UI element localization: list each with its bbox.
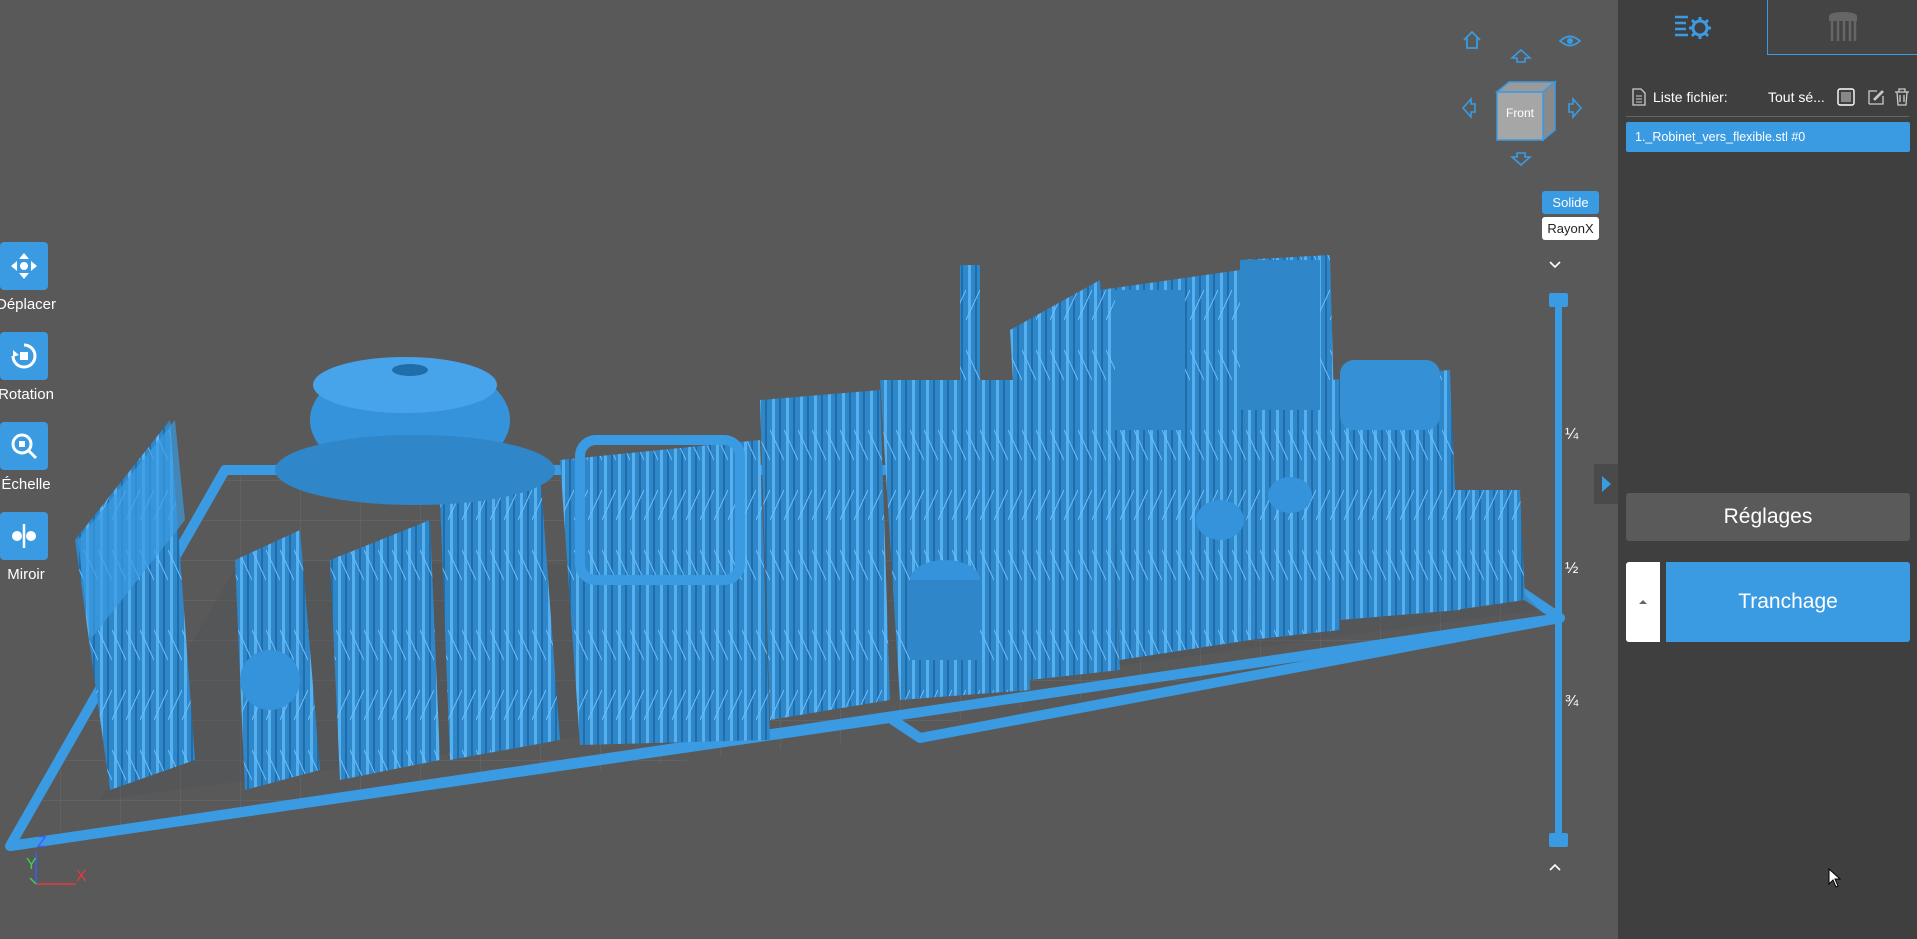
axis-y-label: Y bbox=[26, 856, 37, 873]
scale-tool[interactable]: Échelle bbox=[0, 422, 58, 493]
file-list-header: Liste fichier: Tout sé... bbox=[1632, 88, 1910, 108]
chevron-up-icon[interactable] bbox=[1547, 860, 1563, 878]
edit-icon[interactable] bbox=[1867, 88, 1885, 106]
mirror-icon[interactable] bbox=[0, 512, 48, 560]
solid-mode-button[interactable]: Solide bbox=[1542, 191, 1599, 214]
rotate-right-icon[interactable] bbox=[1567, 97, 1583, 119]
select-all-label[interactable]: Tout sé... bbox=[1768, 89, 1825, 105]
rotate-tool[interactable]: Rotation bbox=[0, 332, 58, 403]
tab-print-settings[interactable] bbox=[1618, 0, 1766, 54]
divider bbox=[1626, 116, 1909, 117]
supports-icon bbox=[1829, 12, 1857, 41]
move-icon[interactable] bbox=[0, 242, 48, 290]
mirror-tool[interactable]: Miroir bbox=[0, 512, 58, 583]
view-cube[interactable]: Front bbox=[1493, 80, 1557, 142]
view-cube-face-label: Front bbox=[1505, 106, 1534, 120]
home-view-icon[interactable] bbox=[1461, 29, 1483, 51]
caret-right-icon bbox=[1602, 476, 1611, 492]
slice-options-expand[interactable] bbox=[1626, 562, 1660, 642]
mirror-label: Miroir bbox=[7, 566, 45, 583]
axis-x-label: X bbox=[76, 868, 87, 885]
file-list-label: Liste fichier: bbox=[1653, 89, 1728, 105]
settings-list-icon bbox=[1675, 15, 1711, 39]
move-label: Déplacer bbox=[0, 296, 57, 313]
layer-slider-track[interactable] bbox=[1555, 299, 1562, 839]
settings-button[interactable]: Réglages bbox=[1626, 493, 1910, 541]
mouse-cursor-icon bbox=[1828, 868, 1842, 888]
chevron-down-icon[interactable] bbox=[1547, 258, 1563, 276]
panel-toggle[interactable] bbox=[1594, 464, 1618, 504]
panel-tabs bbox=[1618, 0, 1917, 55]
slider-mark-half: ½ bbox=[1565, 560, 1579, 577]
slider-mark-quarter: ¼ bbox=[1565, 426, 1579, 443]
right-panel: Liste fichier: Tout sé... 1._Robinet_ver… bbox=[1618, 0, 1917, 939]
rotate-label: Rotation bbox=[0, 386, 54, 403]
rotate-left-icon[interactable] bbox=[1461, 97, 1477, 119]
move-tool[interactable]: Déplacer bbox=[0, 242, 58, 313]
rotate-icon[interactable] bbox=[0, 332, 48, 380]
axis-z-label: Z bbox=[37, 834, 47, 851]
xray-mode-button[interactable]: RayonX bbox=[1542, 217, 1599, 240]
scale-label: Échelle bbox=[1, 476, 51, 493]
trash-icon[interactable] bbox=[1894, 88, 1910, 106]
rotate-down-icon[interactable] bbox=[1510, 151, 1532, 167]
select-all-checkbox-icon[interactable] bbox=[1837, 88, 1855, 106]
rotate-up-icon[interactable] bbox=[1510, 48, 1532, 64]
caret-up-icon bbox=[1639, 600, 1647, 604]
scale-icon[interactable] bbox=[0, 422, 48, 470]
tab-supports[interactable] bbox=[1767, 0, 1917, 55]
file-list-item[interactable]: 1._Robinet_vers_flexible.stl #0 bbox=[1626, 122, 1910, 152]
slice-button[interactable]: Tranchage bbox=[1666, 562, 1910, 642]
file-icon bbox=[1632, 88, 1646, 106]
layer-slider-top-handle[interactable] bbox=[1549, 293, 1568, 307]
3d-viewport[interactable]: Déplacer Rotation Échelle Miroir Front S… bbox=[0, 0, 1618, 939]
eye-view-icon[interactable] bbox=[1559, 32, 1581, 50]
layer-slider-bottom-handle[interactable] bbox=[1549, 833, 1568, 847]
model-scene[interactable] bbox=[0, 0, 1618, 939]
slider-mark-three-quarters: ¾ bbox=[1565, 693, 1579, 710]
